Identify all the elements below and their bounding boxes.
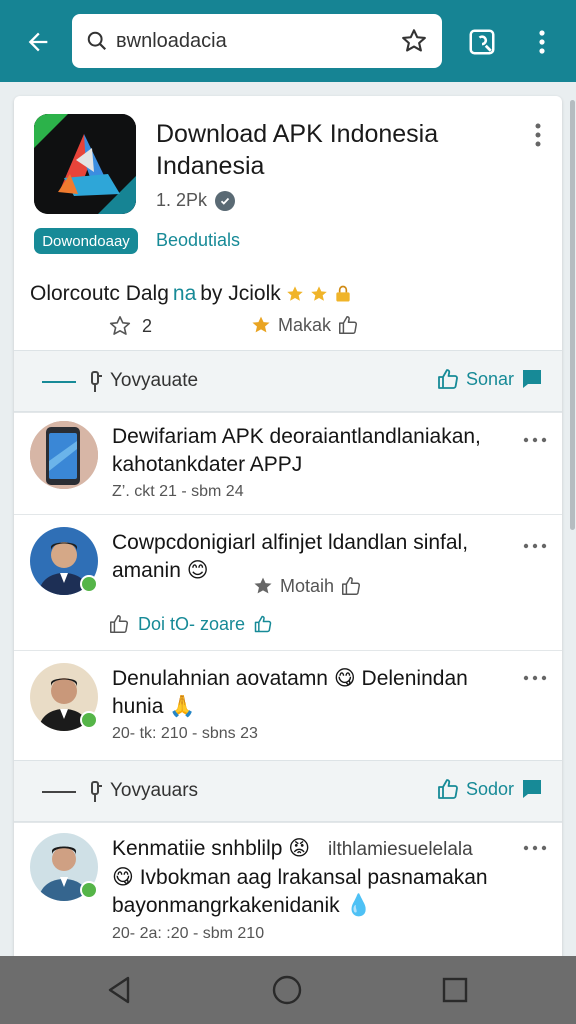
rating-row: 2 Makak xyxy=(108,314,357,338)
star-outline-icon[interactable] xyxy=(108,314,132,338)
post-meta: 20- tk: 210 - sbns 23 xyxy=(112,725,258,742)
search-bar[interactable] xyxy=(72,14,442,68)
more-horiz-icon[interactable] xyxy=(522,843,548,853)
section-divider xyxy=(42,791,76,793)
chat-bubble-icon xyxy=(523,370,541,388)
thumbs-up-icon xyxy=(110,615,128,633)
thumbs-up-icon xyxy=(339,316,357,334)
motaih-action[interactable]: Motaih xyxy=(252,575,362,597)
top-app-bar xyxy=(0,0,576,82)
make-label: Makak xyxy=(278,314,332,335)
app-title: Download APK Indonesia Indanesia xyxy=(156,120,439,180)
chat-bubble-icon xyxy=(523,780,541,798)
app-logo-icon xyxy=(34,114,136,214)
nav-recents-icon[interactable] xyxy=(438,973,472,1007)
description-text-a: Olorcoutc Dalg xyxy=(30,282,169,305)
download-button[interactable]: Dowondoaay xyxy=(34,228,138,254)
star-filled-icon xyxy=(287,286,303,301)
star-filled-icon xyxy=(254,577,272,594)
list-item[interactable]: Dewifariam APK deoraiantlandlaniakan, ka… xyxy=(14,412,562,514)
share-label: Doi tO- zoare xyxy=(138,613,246,634)
lock-icon xyxy=(336,285,350,302)
more-horiz-icon[interactable] xyxy=(522,435,548,445)
thumbs-up-icon xyxy=(342,577,361,595)
description-text-b: by Jciolk xyxy=(200,282,281,305)
online-badge xyxy=(80,881,98,899)
pin-icon xyxy=(91,781,102,802)
section-action-label: Sodor xyxy=(465,778,514,799)
description-highlight: na xyxy=(172,282,197,305)
thumbs-up-icon xyxy=(254,615,272,633)
search-input[interactable] xyxy=(116,29,400,53)
post-title: Dewifariam APK deoraiantlandlaniakan, ka… xyxy=(112,423,522,479)
star-filled-icon xyxy=(311,286,327,301)
list-item[interactable]: Denulahnian aovatamn 😋 Delenindan hunia … xyxy=(14,650,562,760)
back-arrow-icon[interactable] xyxy=(18,22,58,62)
make-action[interactable]: Makak xyxy=(250,314,359,336)
star-outline-icon[interactable] xyxy=(400,27,428,55)
more-horiz-icon[interactable] xyxy=(522,673,548,683)
content-card: Download APK Indonesia Indanesia 1. 2Pk … xyxy=(14,96,562,966)
section-label: Yovyauars xyxy=(110,780,199,801)
section-action-label: Sonar xyxy=(465,368,514,389)
section-divider xyxy=(42,381,76,383)
post-meta: Z’. ckt 21 - sbm 24 xyxy=(112,483,244,500)
section-header: Yovyauars Sodor xyxy=(14,760,562,822)
star-filled-icon xyxy=(252,316,270,333)
download-count: 1. 2Pk xyxy=(156,190,236,211)
post-title-body: 😋 Ivbokman aag lrakansal pasnamakan bayo… xyxy=(112,866,488,917)
post-title-main: Kenmatiie snhblilp 😡 xyxy=(112,837,311,860)
thumbs-up-icon xyxy=(438,369,458,389)
section-label: Yovyauate xyxy=(110,370,199,391)
details-link[interactable]: Beodutials xyxy=(156,230,240,251)
post-title-secondary: ilthlamiesuelelala xyxy=(328,839,473,860)
section-sodor-button[interactable]: Sodor xyxy=(436,777,544,801)
list-item[interactable]: Kenmatiie snhblilp 😡 ilthlamiesuelelala … xyxy=(14,822,562,966)
more-vert-icon[interactable] xyxy=(526,120,550,150)
section-sonar-button[interactable]: Sonar xyxy=(436,367,544,391)
thumbs-up-icon xyxy=(438,779,458,799)
more-horiz-icon[interactable] xyxy=(522,541,548,551)
avatar xyxy=(30,421,98,489)
rating-value: 2 xyxy=(142,315,153,336)
system-nav-bar xyxy=(0,956,576,1024)
post-title: Denulahnian aovatamn 😋 Delenindan hunia … xyxy=(112,665,522,721)
nav-back-icon[interactable] xyxy=(102,973,136,1007)
more-vert-icon[interactable] xyxy=(522,22,562,62)
scrollbar[interactable] xyxy=(570,100,575,530)
post-title-text: Dewifariam APK deoraiantlandlaniakan, ka… xyxy=(112,425,481,476)
post-meta: 20- 2a: :20 - sbm 210 xyxy=(112,925,265,942)
list-item[interactable]: Cowpcdonigiarl alfinjet ldandlan sinfal,… xyxy=(14,514,562,650)
app-description: Olorcoutc Dalg na by Jciolk xyxy=(30,282,353,306)
motaih-label: Motaih xyxy=(280,575,335,596)
post-title: Kenmatiie snhblilp 😡 ilthlamiesuelelala … xyxy=(112,835,522,920)
lens-search-icon[interactable] xyxy=(462,22,502,62)
nav-home-icon[interactable] xyxy=(270,973,304,1007)
post-title-text: Denulahnian aovatamn 😋 Delenindan hunia … xyxy=(112,667,468,718)
pin-icon xyxy=(91,371,102,392)
online-badge xyxy=(80,711,98,729)
verified-check-icon xyxy=(215,190,236,211)
section-header: Yovyauate Sonar xyxy=(14,350,562,412)
search-icon xyxy=(87,31,107,51)
online-badge xyxy=(80,575,98,593)
share-row[interactable]: Doi tO- zoare xyxy=(108,613,273,635)
download-count-text: 1. 2Pk xyxy=(156,190,208,210)
